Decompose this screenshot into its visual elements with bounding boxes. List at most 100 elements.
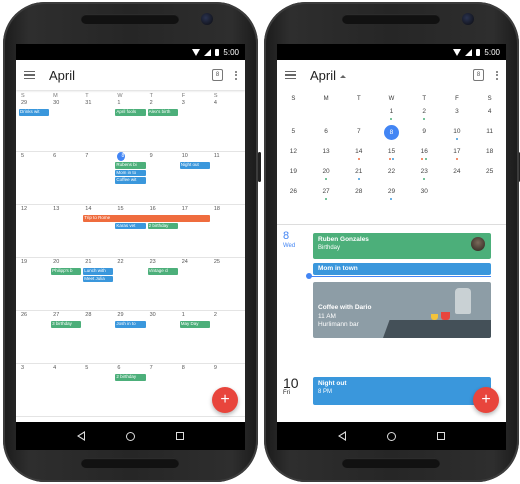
more-options-icon[interactable] — [235, 70, 237, 80]
day-cell[interactable]: 1 — [179, 311, 211, 320]
day-cell[interactable]: 29 — [114, 311, 146, 320]
mini-day-cell[interactable]: 14 — [342, 146, 375, 166]
event-chip[interactable]: Meet Julia — [83, 275, 114, 282]
day-cell[interactable]: 30 — [147, 311, 179, 320]
event-chip[interactable]: Night out — [179, 162, 210, 169]
day-cell[interactable]: 8 — [179, 364, 211, 373]
mini-day-cell[interactable]: 25 — [473, 166, 506, 186]
day-cell[interactable]: 14 — [82, 205, 114, 214]
mini-day-cell[interactable]: 10 — [441, 126, 474, 146]
event-chip[interactable]: 2 birthday — [147, 222, 178, 229]
recents-icon[interactable] — [176, 432, 185, 440]
back-icon[interactable] — [337, 431, 346, 441]
mini-day-cell[interactable]: 29 — [375, 186, 408, 206]
month-title[interactable]: April — [49, 68, 212, 83]
mini-day-cell[interactable]: 9 — [408, 126, 441, 146]
event-chip[interactable]: Drinks wit — [19, 109, 50, 116]
event-chip[interactable]: May Day — [179, 321, 210, 328]
event-chip[interactable]: Josh in to — [115, 321, 146, 328]
mini-day-cell[interactable]: 23 — [408, 166, 441, 186]
event-chip[interactable]: Rubens bi — [115, 162, 146, 169]
day-cell[interactable]: 6 — [50, 152, 82, 161]
event-chip[interactable]: 2 birthday — [115, 374, 146, 381]
mini-day-cell[interactable]: 3 — [441, 106, 474, 126]
day-cell[interactable]: 2 — [211, 311, 243, 320]
day-cell[interactable]: 4 — [50, 364, 82, 373]
day-cell[interactable]: 5 — [82, 364, 114, 373]
day-cell[interactable]: 16 — [147, 205, 179, 214]
day-cell[interactable]: 18 — [211, 205, 243, 214]
day-cell[interactable]: 3 — [179, 99, 211, 108]
day-cell[interactable]: 29 — [18, 99, 50, 108]
mini-day-cell[interactable]: 12 — [277, 146, 310, 166]
day-cell[interactable]: 12 — [18, 205, 50, 214]
day-cell[interactable]: 23 — [147, 258, 179, 267]
day-cell[interactable]: 10 — [179, 152, 211, 161]
day-cell[interactable]: 1 — [114, 99, 146, 108]
event-card-coffee[interactable]: Coffee with Dario 11 AM Hurlimann bar — [313, 282, 491, 338]
mini-day-cell[interactable]: 30 — [408, 186, 441, 206]
day-cell[interactable]: 31 — [82, 99, 114, 108]
mini-day-cell[interactable]: 15 — [375, 146, 408, 166]
event-chip[interactable]: Philipp's b — [51, 268, 82, 275]
day-cell[interactable]: 19 — [18, 258, 50, 267]
menu-icon[interactable] — [24, 71, 35, 79]
month-title-dropdown[interactable]: April — [310, 68, 473, 83]
day-cell[interactable]: 3 — [18, 364, 50, 373]
event-card-mom-in-town[interactable]: Mom in town — [313, 263, 491, 275]
mini-day-cell[interactable]: 8 — [375, 125, 408, 146]
day-cell[interactable]: 24 — [179, 258, 211, 267]
back-icon[interactable] — [76, 431, 85, 441]
day-cell[interactable]: 20 — [50, 258, 82, 267]
day-cell[interactable]: 9 — [147, 152, 179, 161]
day-cell[interactable]: 22 — [114, 258, 146, 267]
calendar-today-icon[interactable]: 8 — [212, 69, 223, 81]
day-cell[interactable]: 21 — [82, 258, 114, 267]
day-cell[interactable]: 27 — [50, 311, 82, 320]
event-chip[interactable]: Lunch with — [83, 268, 114, 275]
mini-day-cell[interactable]: 21 — [342, 166, 375, 186]
day-cell[interactable]: 25 — [211, 258, 243, 267]
mini-day-cell[interactable]: 6 — [310, 126, 343, 146]
home-icon[interactable] — [125, 431, 135, 441]
day-cell[interactable]: 2 — [147, 99, 179, 108]
day-cell[interactable]: 9 — [211, 364, 243, 373]
day-cell[interactable]: 11 — [211, 152, 243, 161]
more-options-icon[interactable] — [496, 70, 498, 80]
calendar-today-icon[interactable]: 8 — [473, 69, 484, 81]
mini-day-cell[interactable]: 17 — [441, 146, 474, 166]
day-cell[interactable]: 5 — [18, 152, 50, 161]
day-cell[interactable]: 26 — [18, 311, 50, 320]
recents-icon[interactable] — [437, 432, 446, 440]
mini-day-cell[interactable]: 1 — [375, 106, 408, 126]
event-chip[interactable]: Coffee wit — [115, 177, 146, 184]
mini-day-cell[interactable]: 16 — [408, 146, 441, 166]
mini-day-cell[interactable]: 26 — [277, 186, 310, 206]
day-cell[interactable]: 15 — [114, 205, 146, 214]
day-cell[interactable]: 7 — [147, 364, 179, 373]
event-chip[interactable]: Karas vet — [115, 222, 146, 229]
mini-day-cell[interactable]: 24 — [441, 166, 474, 186]
event-chip[interactable]: Mom in to — [115, 169, 146, 176]
day-cell[interactable]: 30 — [50, 99, 82, 108]
mini-day-cell[interactable]: 13 — [310, 146, 343, 166]
mini-day-cell[interactable]: 18 — [473, 146, 506, 166]
add-event-button[interactable]: + — [212, 387, 238, 413]
menu-icon[interactable] — [285, 71, 296, 79]
event-card-night-out[interactable]: Night out 8 PM — [313, 377, 491, 405]
home-icon[interactable] — [386, 431, 396, 441]
day-cell[interactable]: 28 — [82, 311, 114, 320]
event-card-birthday[interactable]: Ruben Gonzales Birthday — [313, 233, 491, 259]
event-chip[interactable]: 3 birthday — [51, 321, 82, 328]
mini-day-cell[interactable]: 4 — [473, 106, 506, 126]
mini-day-cell[interactable]: 7 — [342, 126, 375, 146]
day-cell[interactable]: 17 — [179, 205, 211, 214]
add-event-button[interactable]: + — [473, 387, 499, 413]
mini-day-cell[interactable]: 28 — [342, 186, 375, 206]
event-chip[interactable]: Alex's birth — [147, 109, 178, 116]
day-cell[interactable]: 7 — [82, 152, 114, 161]
day-cell[interactable]: 4 — [211, 99, 243, 108]
event-chip[interactable]: April fools — [115, 109, 146, 116]
mini-day-cell[interactable]: 27 — [310, 186, 343, 206]
mini-day-cell[interactable]: 2 — [408, 106, 441, 126]
